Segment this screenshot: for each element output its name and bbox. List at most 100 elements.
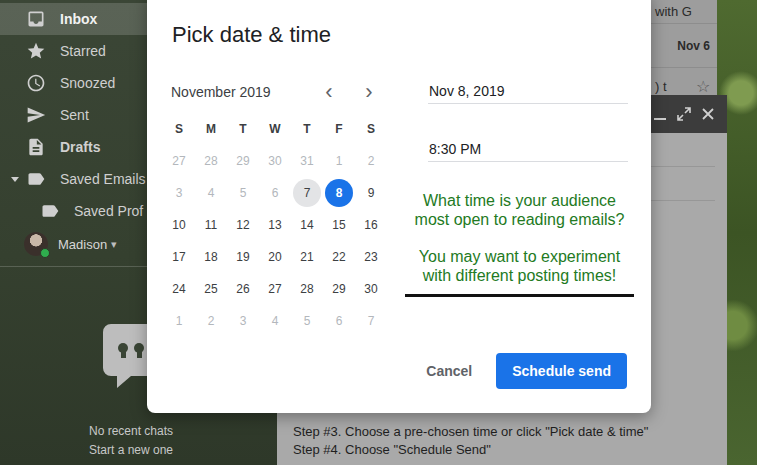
calendar-day[interactable]: 13 [259,209,291,241]
calendar-day[interactable]: 7 [291,177,323,209]
calendar-day[interactable]: 30 [355,273,387,305]
day-number: 7 [357,307,385,335]
day-number: 23 [357,243,385,271]
calendar-day[interactable]: 20 [259,241,291,273]
calendar-day[interactable]: 23 [355,241,387,273]
expand-icon[interactable] [677,107,691,121]
calendar-day[interactable]: 8 [323,177,355,209]
calendar: November 2019‹›SMTWTFS272829303112345678… [163,76,387,337]
calendar-day[interactable]: 22 [323,241,355,273]
user-row[interactable]: Madison▾ [0,230,149,267]
dialog-body: November 2019‹›SMTWTFS272829303112345678… [163,76,634,337]
calendar-day: 6 [259,177,291,209]
sidebar-label: Saved Emails [60,171,146,187]
mail-date: Nov 6 [677,39,710,53]
calendar-day[interactable]: 12 [227,209,259,241]
day-number: 3 [165,179,193,207]
weekday-label: F [323,113,355,145]
calendar-day[interactable]: 18 [195,241,227,273]
day-number: 7 [293,179,321,207]
day-number: 28 [197,147,225,175]
calendar-day[interactable]: 10 [163,209,195,241]
sidebar-label: Saved Prof [74,203,143,219]
calendar-day[interactable]: 11 [195,209,227,241]
day-number: 5 [293,307,321,335]
day-number: 4 [197,179,225,207]
day-number: 27 [261,275,289,303]
chat-empty-text: No recent chats [89,422,173,441]
day-number: 6 [325,307,353,335]
weekday-label: M [195,113,227,145]
month-arrow[interactable]: › [353,76,385,108]
day-number: 4 [261,307,289,335]
star-button[interactable]: ☆ [696,77,710,96]
calendar-day: 5 [227,177,259,209]
online-dot [40,248,50,258]
calendar-day[interactable]: 25 [195,273,227,305]
day-number: 21 [293,243,321,271]
weekday-label: S [355,113,387,145]
calendar-day[interactable]: 19 [227,241,259,273]
weekday-label: T [227,113,259,145]
day-number: 1 [325,147,353,175]
calendar-day[interactable]: 17 [163,241,195,273]
calendar-day: 3 [163,177,195,209]
day-number: 13 [261,211,289,239]
sidebar-label: Sent [60,107,89,123]
calendar-day[interactable]: 28 [291,273,323,305]
sidebar-label: Drafts [60,139,100,155]
day-number: 28 [293,275,321,303]
day-number: 5 [229,179,257,207]
minimize-icon[interactable] [653,107,667,121]
calendar-grid: SMTWTFS272829303112345678910111213141516… [163,113,387,337]
day-number: 17 [165,243,193,271]
day-number: 12 [229,211,257,239]
body-line: Step #3. Choose a pre-chosen time or cli… [293,423,711,441]
calendar-day[interactable]: 15 [323,209,355,241]
cancel-button[interactable]: Cancel [410,353,488,389]
label-icon [26,169,46,189]
calendar-day: 4 [195,177,227,209]
month-arrow[interactable]: ‹ [313,76,345,108]
close-icon[interactable] [701,107,715,121]
dialog-actions: CancelSchedule send [163,353,627,389]
date-field[interactable]: Nov 8, 2019 [428,78,628,104]
calendar-day: 31 [291,145,323,177]
day-number: 31 [293,147,321,175]
calendar-day[interactable]: 9 [355,177,387,209]
avatar-icon [24,232,48,256]
mail-snippet: with G [655,4,710,19]
day-number: 30 [261,147,289,175]
day-number: 30 [357,275,385,303]
calendar-day[interactable]: 26 [227,273,259,305]
calendar-day[interactable]: 14 [291,209,323,241]
calendar-day[interactable]: 24 [163,273,195,305]
calendar-day: 30 [259,145,291,177]
day-number: 2 [197,307,225,335]
day-number: 20 [261,243,289,271]
star-icon [26,41,46,61]
calendar-day: 27 [163,145,195,177]
calendar-day[interactable]: 16 [355,209,387,241]
day-number: 14 [293,211,321,239]
time-field[interactable]: 8:30 PM [428,136,628,162]
day-number: 1 [165,307,193,335]
calendar-day[interactable]: 27 [259,273,291,305]
day-number: 29 [325,275,353,303]
day-number: 29 [229,147,257,175]
start-chat-link[interactable]: Start a new one [89,441,173,460]
sidebar-label: Starred [60,43,106,59]
day-number: 9 [357,179,385,207]
day-number: 15 [325,211,353,239]
schedule-send-button[interactable]: Schedule send [496,353,627,389]
clock-icon [26,73,46,93]
calendar-day[interactable]: 21 [291,241,323,273]
expand-caret-icon[interactable] [10,174,20,184]
gmail-screen: InboxStarredSnoozedSentDraftsSaved Email… [0,0,757,465]
calendar-day[interactable]: 29 [323,273,355,305]
annotation-rule [405,294,634,297]
calendar-day: 29 [227,145,259,177]
weekday-label: S [163,113,195,145]
day-number: 22 [325,243,353,271]
month-nav: ‹› [313,76,387,108]
